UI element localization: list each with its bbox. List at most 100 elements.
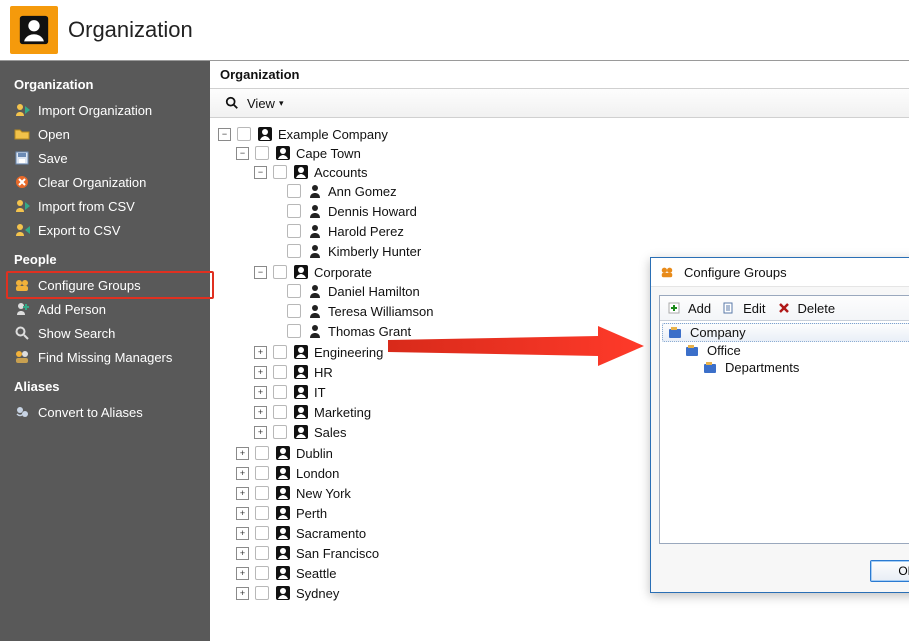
sidebar-item-add-person[interactable]: Add Person	[0, 297, 210, 321]
group-icon	[667, 325, 683, 341]
checkbox[interactable]	[273, 345, 287, 359]
tree-label: Sales	[314, 425, 347, 440]
tree-group[interactable]: −Example Company	[218, 125, 905, 143]
sidebar-item-export-csv[interactable]: Export to CSV	[0, 218, 210, 242]
tree-group[interactable]: −Cape Town	[236, 144, 905, 162]
org-icon	[275, 585, 291, 601]
expand-icon[interactable]: +	[236, 527, 249, 540]
collapse-icon[interactable]: −	[254, 166, 267, 179]
checkbox[interactable]	[287, 284, 301, 298]
checkbox[interactable]	[237, 127, 251, 141]
edit-button[interactable]: Edit	[721, 300, 765, 316]
checkbox[interactable]	[273, 425, 287, 439]
expand-icon[interactable]: +	[236, 547, 249, 560]
checkbox[interactable]	[255, 546, 269, 560]
checkbox[interactable]	[273, 405, 287, 419]
main-panel: Organization View ▾ −Example Company−Cap…	[210, 61, 909, 641]
sidebar-item-configure-groups[interactable]: Configure Groups	[0, 273, 210, 297]
collapse-icon[interactable]: −	[254, 266, 267, 279]
delete-button[interactable]: Delete	[776, 300, 836, 316]
sidebar-item-convert-to-aliases[interactable]: Convert to Aliases	[0, 400, 210, 424]
tree-label: Thomas Grant	[328, 324, 411, 339]
person-icon	[307, 303, 323, 319]
sidebar-item-import-org[interactable]: Import Organization	[0, 98, 210, 122]
sidebar-item-show-search[interactable]: Show Search	[0, 321, 210, 345]
sidebar-item-import-csv[interactable]: Import from CSV	[0, 194, 210, 218]
tree-group[interactable]: −Accounts	[254, 163, 905, 181]
collapse-icon[interactable]: −	[236, 147, 249, 160]
expand-icon[interactable]: +	[236, 487, 249, 500]
folder-icon	[14, 126, 30, 142]
add-button[interactable]: Add	[666, 300, 711, 316]
expand-icon[interactable]: +	[236, 567, 249, 580]
org-icon	[293, 424, 309, 440]
group-row[interactable]: Company	[662, 323, 909, 342]
tree-person[interactable]: Harold Perez	[272, 222, 905, 240]
expand-icon[interactable]: +	[236, 467, 249, 480]
disk-icon	[14, 150, 30, 166]
sidebar-item-open[interactable]: Open	[0, 122, 210, 146]
sidebar-item-clear-org[interactable]: Clear Organization	[0, 170, 210, 194]
checkbox[interactable]	[273, 265, 287, 279]
tree-label: Dennis Howard	[328, 204, 417, 219]
sidebar-item-label: Find Missing Managers	[38, 350, 172, 365]
view-label: View	[247, 96, 275, 111]
checkbox[interactable]	[273, 365, 287, 379]
checkbox[interactable]	[255, 526, 269, 540]
checkbox[interactable]	[273, 385, 287, 399]
edit-icon	[721, 300, 737, 316]
users-export-icon	[14, 222, 30, 238]
org-icon	[275, 145, 291, 161]
ok-button[interactable]: OK	[870, 560, 909, 582]
checkbox[interactable]	[255, 146, 269, 160]
tree-label: HR	[314, 365, 333, 380]
tree-label: Seattle	[296, 566, 336, 581]
checkbox[interactable]	[255, 506, 269, 520]
group-row[interactable]: Departments	[662, 359, 909, 376]
sidebar-item-label: Convert to Aliases	[38, 405, 143, 420]
page-title: Organization	[68, 17, 193, 43]
checkbox[interactable]	[287, 184, 301, 198]
checkbox[interactable]	[255, 566, 269, 580]
sidebar-item-find-missing-managers[interactable]: Find Missing Managers	[0, 345, 210, 369]
tree-person[interactable]: Ann Gomez	[272, 182, 905, 200]
group-row[interactable]: Office	[662, 342, 909, 359]
main-toolbar: View ▾	[210, 89, 909, 118]
expand-icon[interactable]: +	[254, 426, 267, 439]
sidebar-item-save[interactable]: Save	[0, 146, 210, 170]
person-icon	[307, 203, 323, 219]
sidebar-item-label: Open	[38, 127, 70, 142]
checkbox[interactable]	[287, 304, 301, 318]
expand-icon[interactable]: +	[254, 386, 267, 399]
sidebar-item-label: Clear Organization	[38, 175, 146, 190]
checkbox[interactable]	[287, 324, 301, 338]
checkbox[interactable]	[287, 244, 301, 258]
checkbox[interactable]	[255, 586, 269, 600]
dialog-toolbar: Add Edit Delete	[660, 296, 909, 321]
view-menu[interactable]: View ▾	[218, 93, 289, 113]
search-icon	[224, 95, 240, 111]
checkbox[interactable]	[255, 466, 269, 480]
group-label: Departments	[725, 360, 799, 375]
expand-icon[interactable]: +	[254, 346, 267, 359]
checkbox[interactable]	[287, 224, 301, 238]
app-header: Organization	[0, 0, 909, 61]
expand-icon[interactable]: +	[236, 507, 249, 520]
sidebar-item-label: Export to CSV	[38, 223, 120, 238]
person-icon	[307, 223, 323, 239]
tree-person[interactable]: Dennis Howard	[272, 202, 905, 220]
checkbox[interactable]	[287, 204, 301, 218]
org-icon	[275, 485, 291, 501]
group-icon	[702, 360, 718, 376]
collapse-icon[interactable]: −	[218, 128, 231, 141]
expand-icon[interactable]: +	[254, 406, 267, 419]
checkbox[interactable]	[273, 165, 287, 179]
group-label: Company	[690, 325, 746, 340]
checkbox[interactable]	[255, 486, 269, 500]
expand-icon[interactable]: +	[254, 366, 267, 379]
checkbox[interactable]	[255, 446, 269, 460]
expand-icon[interactable]: +	[236, 447, 249, 460]
clear-icon	[14, 174, 30, 190]
group-list[interactable]: Company OfficeDepartments	[660, 321, 909, 543]
expand-icon[interactable]: +	[236, 587, 249, 600]
